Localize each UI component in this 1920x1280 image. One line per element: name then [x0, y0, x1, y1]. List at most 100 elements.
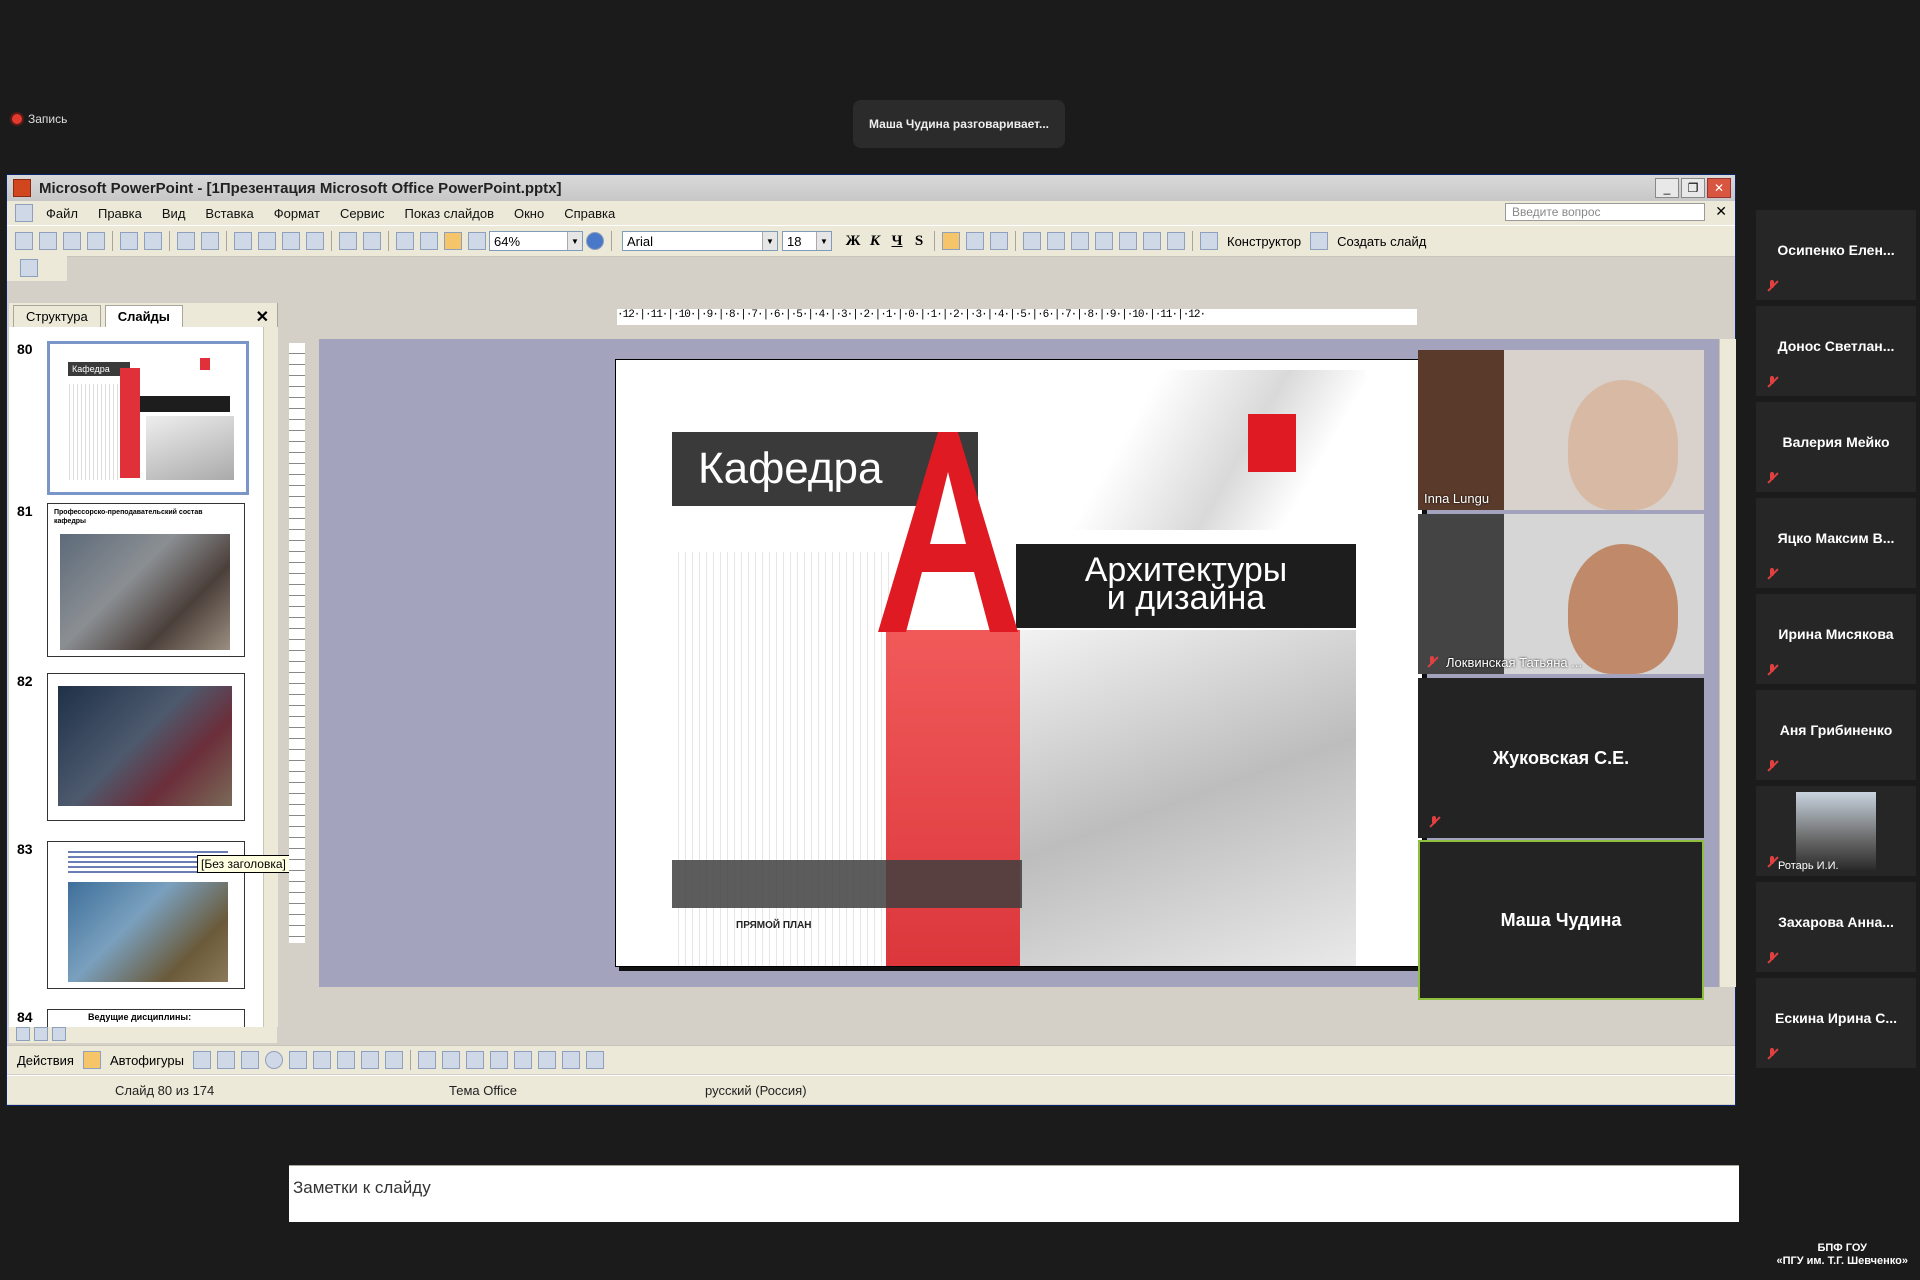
line-color-icon[interactable]	[441, 1051, 460, 1069]
font-size-select[interactable]: 18 ▼	[782, 231, 832, 251]
decrease-indent-icon[interactable]	[1119, 232, 1137, 250]
picture-icon[interactable]	[384, 1051, 403, 1069]
current-slide[interactable]: Кафедра Архитектуры и дизайна ПРЯМОЙ ПЛА…	[615, 359, 1423, 967]
grid-icon[interactable]	[468, 232, 486, 250]
slide-thumbnail[interactable]: Профессорско-преподавательский состав ка…	[47, 503, 245, 657]
copy-icon[interactable]	[258, 232, 276, 250]
menu-slideshow[interactable]: Показ слайдов	[394, 206, 504, 221]
numbering-icon[interactable]	[1023, 232, 1041, 250]
increase-font-icon[interactable]	[1071, 232, 1089, 250]
cut-icon[interactable]	[234, 232, 252, 250]
slide-thumbnail[interactable]: Кафедра	[47, 341, 249, 495]
arrow-style-icon[interactable]	[537, 1051, 556, 1069]
ask-question-input[interactable]: Введите вопрос	[1505, 203, 1705, 221]
menu-window[interactable]: Окно	[504, 206, 554, 221]
slide-notes[interactable]: Заметки к слайду	[289, 1165, 1739, 1222]
close-doc-icon[interactable]: ✕	[1715, 203, 1727, 220]
3d-style-icon[interactable]	[585, 1051, 604, 1069]
arrow-icon[interactable]	[216, 1051, 235, 1069]
menu-tools[interactable]: Сервис	[330, 206, 395, 221]
editor-scrollbar[interactable]	[1719, 339, 1736, 987]
align-right-icon[interactable]	[990, 232, 1008, 250]
line-icon[interactable]	[192, 1051, 211, 1069]
designer-button[interactable]: Конструктор	[1227, 234, 1301, 249]
slideshow-view-icon[interactable]	[52, 1027, 66, 1041]
font-select[interactable]: Arial ▼	[622, 231, 778, 251]
spelling-icon[interactable]	[177, 232, 195, 250]
rectangle-icon[interactable]	[240, 1051, 259, 1069]
normal-view-icon[interactable]	[16, 1027, 30, 1041]
recording-indicator[interactable]: Запись	[12, 112, 67, 126]
undo-icon[interactable]	[339, 232, 357, 250]
align-center-icon[interactable]	[966, 232, 984, 250]
participant-tile[interactable]: Ротарь И.И.	[1756, 786, 1916, 876]
decrease-font-icon[interactable]	[1095, 232, 1113, 250]
tab-slides[interactable]: Слайды	[104, 305, 183, 327]
participant-tile[interactable]: Валерия Мейко	[1756, 402, 1916, 492]
align-left-icon[interactable]	[942, 232, 960, 250]
slide-icon[interactable]	[20, 259, 38, 277]
format-painter-icon[interactable]	[306, 232, 324, 250]
fill-color-icon[interactable]	[417, 1051, 436, 1069]
bold-button[interactable]: Ж	[842, 230, 864, 252]
underline-button[interactable]: Ч	[886, 230, 908, 252]
menu-help[interactable]: Справка	[554, 206, 625, 221]
actions-menu[interactable]: Действия	[17, 1053, 74, 1068]
restore-button[interactable]: ❐	[1681, 178, 1705, 198]
permission-icon[interactable]	[87, 232, 105, 250]
increase-indent-icon[interactable]	[1143, 232, 1161, 250]
thumbnails-scrollbar[interactable]	[263, 327, 278, 1027]
italic-button[interactable]: К	[864, 230, 886, 252]
tab-outline[interactable]: Структура	[13, 305, 101, 327]
new-icon[interactable]	[15, 232, 33, 250]
participant-tile[interactable]: Осипенко Елен...	[1756, 210, 1916, 300]
zoom-select[interactable]: 64% ▼	[489, 231, 583, 251]
select-pointer-icon[interactable]	[82, 1051, 101, 1069]
slide-thumbnail[interactable]	[47, 673, 245, 821]
sorter-view-icon[interactable]	[34, 1027, 48, 1041]
menu-format[interactable]: Формат	[264, 206, 330, 221]
diagram-icon[interactable]	[336, 1051, 355, 1069]
participant-tile[interactable]: Донос Светлан...	[1756, 306, 1916, 396]
shadow-style-icon[interactable]	[561, 1051, 580, 1069]
video-tile-active-speaker[interactable]: Маша Чудина	[1418, 840, 1704, 1000]
menu-view[interactable]: Вид	[152, 206, 196, 221]
insert-chart-icon[interactable]	[396, 232, 414, 250]
save-icon[interactable]	[63, 232, 81, 250]
help-icon[interactable]	[586, 232, 604, 250]
video-tile[interactable]: Inna Lungu	[1418, 350, 1704, 510]
preview-icon[interactable]	[144, 232, 162, 250]
menu-insert[interactable]: Вставка	[195, 206, 263, 221]
document-icon[interactable]	[15, 204, 33, 222]
participant-tile[interactable]: Аня Грибиненко	[1756, 690, 1916, 780]
research-icon[interactable]	[201, 232, 219, 250]
menu-edit[interactable]: Правка	[88, 206, 152, 221]
autoshapes-menu[interactable]: Автофигуры	[110, 1053, 184, 1068]
new-slide-button[interactable]: Создать слайд	[1337, 234, 1426, 249]
paste-icon[interactable]	[282, 232, 300, 250]
menu-file[interactable]: Файл	[36, 206, 88, 221]
font-color-icon[interactable]	[1167, 232, 1185, 250]
color-grayscale-icon[interactable]	[444, 232, 462, 250]
shadow-button[interactable]: S	[908, 230, 930, 252]
insert-table-icon[interactable]	[420, 232, 438, 250]
bullets-icon[interactable]	[1047, 232, 1065, 250]
participant-tile[interactable]: Ескина Ирина С...	[1756, 978, 1916, 1068]
minimize-button[interactable]: _	[1655, 178, 1679, 198]
textbox-icon[interactable]	[288, 1051, 307, 1069]
participant-tile[interactable]: Захарова Анна...	[1756, 882, 1916, 972]
close-window-button[interactable]: ✕	[1707, 178, 1731, 198]
clipart-icon[interactable]	[360, 1051, 379, 1069]
video-tile[interactable]: Локвинская Татьяна ...	[1418, 514, 1704, 674]
close-panel-icon[interactable]: ✕	[256, 307, 269, 327]
video-tile[interactable]: Жуковская С.Е.	[1418, 678, 1704, 838]
open-icon[interactable]	[39, 232, 57, 250]
oval-icon[interactable]	[264, 1051, 283, 1069]
wordart-icon[interactable]	[312, 1051, 331, 1069]
line-style-icon[interactable]	[489, 1051, 508, 1069]
print-icon[interactable]	[120, 232, 138, 250]
font-color-icon[interactable]	[465, 1051, 484, 1069]
slide-subtitle[interactable]: Архитектуры и дизайна	[1016, 544, 1356, 628]
redo-icon[interactable]	[363, 232, 381, 250]
participant-tile[interactable]: Ирина Мисякова	[1756, 594, 1916, 684]
